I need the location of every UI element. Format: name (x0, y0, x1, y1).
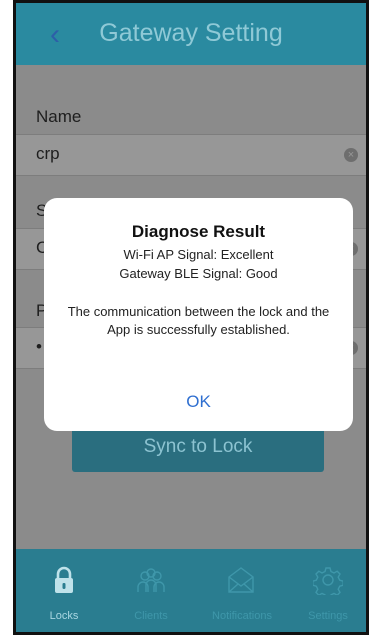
tab-label: Clients (134, 610, 168, 622)
tab-notifications[interactable]: Notifications (206, 549, 278, 632)
phone-screen: ‹ Gateway Setting Name crp × S C × P • ×… (13, 0, 369, 635)
ble-signal-text: Gateway BLE Signal: Good (119, 266, 278, 281)
tab-clients[interactable]: Clients (115, 549, 187, 632)
name-value: crp (36, 144, 60, 163)
navigation-bar: ‹ Gateway Setting (16, 3, 366, 65)
password-value: • (36, 337, 42, 356)
gear-icon (313, 567, 343, 595)
tab-bar: Locks Clients Notifications Settings (16, 549, 366, 632)
tab-settings[interactable]: Settings (292, 549, 364, 632)
name-field[interactable]: crp × (16, 134, 366, 176)
tab-label: Notifications (212, 610, 272, 622)
tab-locks[interactable]: Locks (28, 549, 100, 632)
diagnose-result-dialog: Diagnose Result Wi-Fi AP Signal: Excelle… (44, 198, 353, 431)
clear-icon[interactable]: × (344, 148, 358, 162)
ok-button[interactable]: OK (44, 385, 353, 419)
people-icon (137, 568, 165, 592)
envelope-icon (228, 567, 254, 593)
lock-icon (55, 566, 73, 593)
tab-label: Locks (49, 610, 79, 622)
dialog-title: Diagnose Result (131, 222, 266, 241)
name-label: Name (36, 107, 82, 126)
dialog-message: The communication between the lock and t… (67, 304, 330, 337)
tab-label: Settings (308, 610, 348, 622)
page-title: Gateway Setting (99, 19, 283, 47)
wifi-signal-text: Wi-Fi AP Signal: Excellent (123, 247, 274, 262)
